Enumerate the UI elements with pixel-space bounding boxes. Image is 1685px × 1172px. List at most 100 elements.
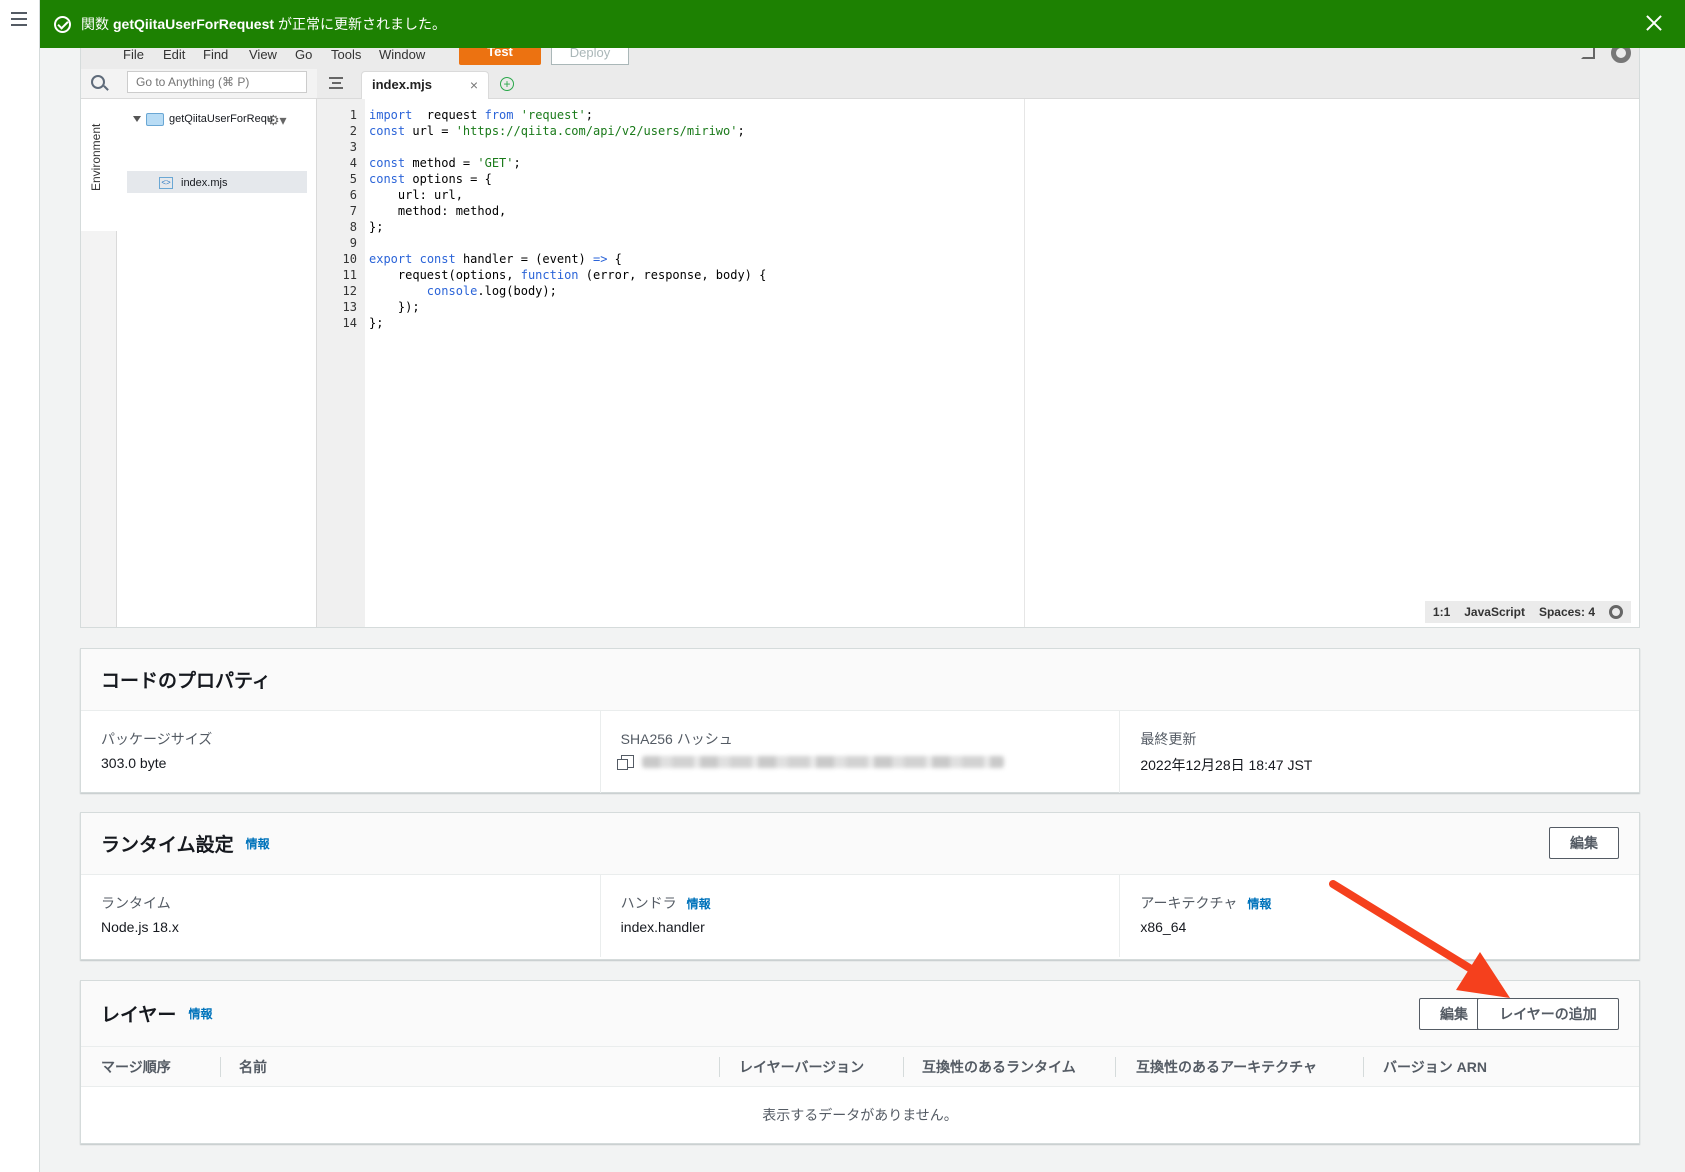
code-line[interactable]: const url = 'https://qiita.com/api/v2/us…	[369, 123, 745, 139]
success-check-icon	[54, 15, 71, 33]
col-compatible-runtimes[interactable]: 互換性のあるランタイム	[922, 1047, 1076, 1087]
search-icon[interactable]	[91, 75, 105, 89]
runtime-edit-button[interactable]: 編集	[1549, 827, 1619, 859]
line-number: 2	[349, 124, 357, 138]
hamburger-menu-icon[interactable]	[11, 12, 27, 26]
menu-view[interactable]: View	[249, 47, 277, 62]
last-modified-label: 最終更新	[1140, 731, 1197, 747]
menu-find[interactable]: Find	[203, 47, 228, 62]
code-line[interactable]: };	[369, 315, 383, 331]
code-line[interactable]: console.log(body);	[369, 283, 557, 299]
panel-title: コードのプロパティ	[101, 671, 271, 692]
handler-value: index.handler	[620, 919, 705, 935]
col-compatible-architectures[interactable]: 互換性のあるアーキテクチャ	[1136, 1047, 1317, 1087]
file-tree: getQiitaUserForRequ ⚙▾ <> index.mjs	[117, 99, 317, 627]
file-code-icon: <>	[159, 177, 173, 189]
code-line[interactable]: export const handler = (event) => {	[369, 251, 622, 267]
close-icon[interactable]	[1643, 12, 1665, 34]
tab-index-mjs[interactable]: index.mjs ×	[361, 71, 489, 99]
print-margin	[1024, 99, 1025, 627]
last-modified-value: 2022年12月28日 18:47 JST	[1140, 757, 1313, 773]
line-number: 3	[349, 140, 357, 154]
tree-settings-gear-icon[interactable]: ⚙▾	[267, 113, 287, 127]
tree-folder-row[interactable]: getQiitaUserForRequ	[133, 109, 273, 129]
col-merge-order[interactable]: マージ順序	[101, 1047, 171, 1087]
indent-setting[interactable]: Spaces: 4	[1539, 605, 1595, 619]
code-line[interactable]: };	[369, 219, 383, 235]
architecture-info-link[interactable]: 情報	[1247, 895, 1271, 912]
architecture-label-row: アーキテクチャ 情報	[1140, 893, 1619, 913]
architecture-value: x86_64	[1140, 919, 1187, 935]
file-name: index.mjs	[181, 177, 228, 189]
go-to-anything-input[interactable]	[127, 71, 307, 93]
tab-label: index.mjs	[372, 77, 432, 92]
folder-icon	[146, 112, 164, 126]
flash-suffix: が正常に更新されました。	[278, 16, 447, 32]
environment-label[interactable]: Environment	[89, 124, 103, 191]
runtime-settings-panel: ランタイム設定 情報 編集 ランタイム Node.js 18.x ハンドラ 情報…	[80, 812, 1640, 960]
line-number-gutter: 1 2 3 4 5 6 7 8 9 10 11 12 13 14	[317, 99, 365, 627]
code-line[interactable]: const options = {	[369, 171, 492, 187]
column-divider	[220, 1057, 221, 1077]
code-properties-header: コードのプロパティ	[81, 649, 1639, 711]
code-editor-ide: File Edit Find View Go Tools Window Test…	[80, 40, 1640, 628]
folder-name: getQiitaUserForRequ	[169, 113, 273, 125]
expand-arrow-icon[interactable]	[133, 116, 141, 122]
line-number: 13	[342, 300, 357, 314]
col-name[interactable]: 名前	[239, 1047, 267, 1087]
code-editor[interactable]: import request from 'request'; const url …	[365, 99, 1639, 627]
package-size-column: パッケージサイズ 303.0 byte	[81, 711, 601, 793]
line-number: 14	[342, 316, 357, 330]
code-line[interactable]: method: method,	[369, 203, 506, 219]
sha256-label: SHA256 ハッシュ	[620, 731, 733, 747]
menu-edit[interactable]: Edit	[163, 47, 185, 62]
package-size-value: 303.0 byte	[101, 755, 167, 771]
panel-title: レイヤー	[101, 1005, 177, 1026]
add-layer-button[interactable]: レイヤーの追加	[1477, 998, 1619, 1030]
tab-close-icon[interactable]: ×	[470, 72, 478, 98]
line-number: 7	[349, 204, 357, 218]
package-size-label: パッケージサイズ	[101, 731, 213, 747]
tree-file-row[interactable]: <> index.mjs	[159, 173, 227, 193]
copy-icon[interactable]	[616, 755, 634, 770]
code-line[interactable]: const method = 'GET';	[369, 155, 521, 171]
flash-function-name: getQiitaUserForRequest	[113, 16, 275, 32]
menu-tools[interactable]: Tools	[331, 47, 361, 62]
column-divider	[1363, 1057, 1364, 1077]
handler-label-row: ハンドラ 情報	[621, 893, 1100, 913]
col-layer-version[interactable]: レイヤーバージョン	[739, 1047, 864, 1087]
layers-table-header: マージ順序 名前 レイヤーバージョン 互換性のあるランタイム 互換性のあるアーキ…	[81, 1047, 1639, 1087]
sha256-column: SHA256 ハッシュ	[601, 711, 1121, 793]
code-line[interactable]: url: url,	[369, 187, 463, 203]
handler-info-link[interactable]: 情報	[687, 895, 711, 912]
panel-title: ランタイム設定	[101, 835, 234, 856]
line-number: 9	[349, 236, 357, 250]
add-tab-icon[interactable]: +	[500, 77, 514, 91]
code-line[interactable]: });	[369, 299, 420, 315]
menu-file[interactable]: File	[123, 47, 144, 62]
code-properties-panel: コードのプロパティ パッケージサイズ 303.0 byte SHA256 ハッシ…	[80, 648, 1640, 793]
layers-info-link[interactable]: 情報	[188, 1005, 212, 1022]
sha256-value-redacted	[641, 755, 1004, 768]
col-version-arn[interactable]: バージョン ARN	[1383, 1047, 1487, 1087]
menu-go[interactable]: Go	[295, 47, 312, 62]
language-mode[interactable]: JavaScript	[1464, 605, 1525, 619]
handler-label: ハンドラ	[620, 895, 677, 911]
architecture-label: アーキテクチャ	[1140, 895, 1238, 911]
menu-window[interactable]: Window	[379, 47, 425, 62]
tab-list-icon[interactable]	[329, 77, 343, 89]
line-number: 11	[342, 268, 357, 282]
line-number: 8	[349, 220, 357, 234]
code-line[interactable]: import request from 'request';	[369, 107, 593, 123]
left-rail	[0, 0, 40, 1172]
editor-status-bar: 1:1 JavaScript Spaces: 4	[1424, 601, 1631, 623]
runtime-info-link[interactable]: 情報	[246, 835, 270, 852]
line-number: 4	[349, 156, 357, 170]
editor-tab-bar: index.mjs × +	[317, 69, 1639, 99]
cursor-position[interactable]: 1:1	[1433, 605, 1450, 619]
runtime-column: ランタイム Node.js 18.x	[81, 875, 601, 957]
code-line[interactable]: request(options, function (error, respon…	[369, 267, 766, 283]
line-number: 5	[349, 172, 357, 186]
editor-settings-gear-icon[interactable]	[1609, 605, 1623, 619]
runtime-value: Node.js 18.x	[101, 919, 179, 935]
